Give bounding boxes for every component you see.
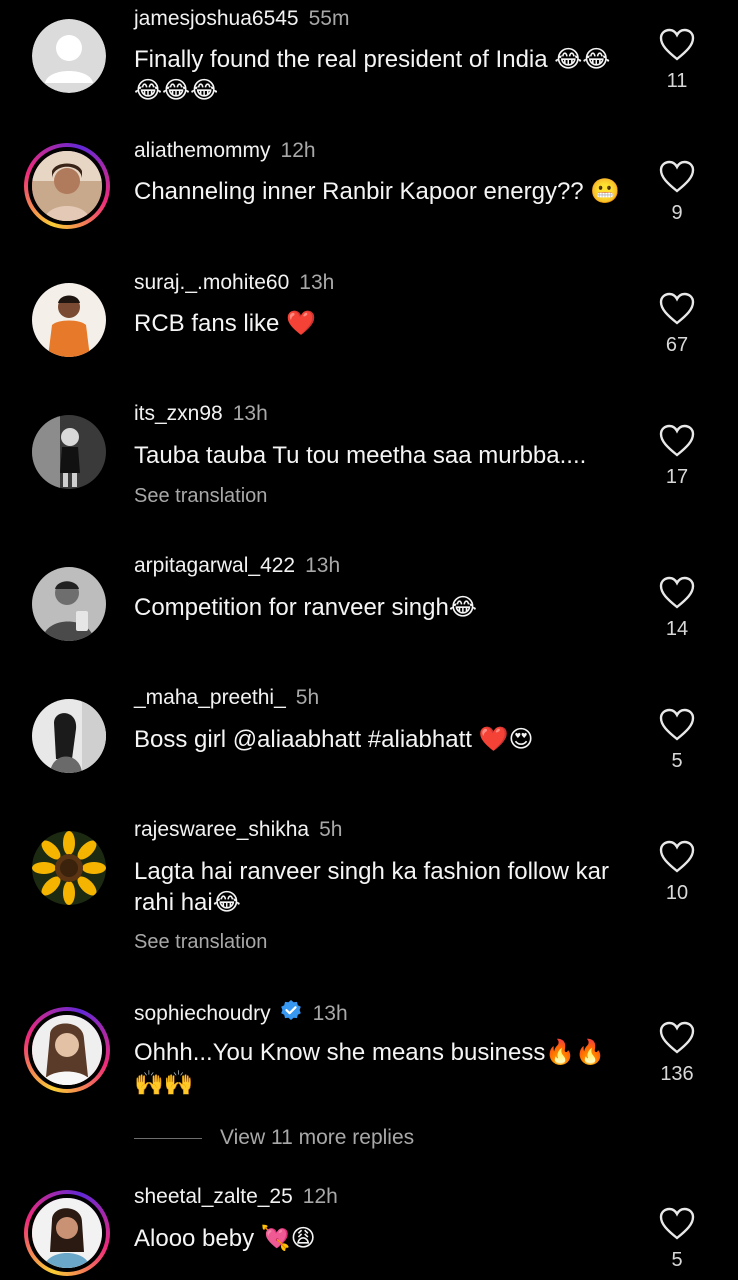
heart-icon [659,840,695,873]
profile-photo [32,567,106,641]
heart-icon [659,1207,695,1240]
like-button[interactable]: 11 [656,28,698,92]
username[interactable]: _maha_preethi_ [134,686,286,709]
comment-text: Finally found the real president of Indi… [134,46,611,104]
comment-meta: its_zxn98 13h [134,402,268,426]
comment-meta: jamesjoshua6545 55m [134,7,349,31]
timestamp: 13h [305,554,341,577]
avatar[interactable] [32,831,106,905]
username[interactable]: sheetal_zalte_25 [134,1185,293,1208]
comment-meta: _maha_preethi_ 5h [134,686,319,710]
comment-text: Channeling inner Ranbir Kapoor energy?? … [134,178,621,205]
default-user-icon [32,19,106,93]
username[interactable]: its_zxn98 [134,402,223,425]
avatar[interactable] [32,283,106,357]
timestamp: 13h [312,1002,348,1025]
username[interactable]: jamesjoshua6545 [134,7,299,30]
view-replies-label: View 11 more replies [220,1126,415,1149]
like-count: 14 [665,618,689,640]
like-count: 136 [660,1063,694,1085]
like-button[interactable]: 14 [656,576,698,640]
heart-icon [659,292,695,325]
profile-photo [32,1198,102,1268]
comment-text: Alooo beby 💘😩 [134,1225,316,1252]
like-count: 9 [671,202,683,224]
comment-meta: aliathemommy 12h [134,139,316,163]
like-button[interactable]: 67 [656,292,698,356]
heart-icon [659,28,695,61]
timestamp: 5h [319,818,343,841]
username[interactable]: arpitagarwal_422 [134,554,295,577]
avatar[interactable] [24,1007,110,1093]
username[interactable]: aliathemommy [134,139,271,162]
comment-text: RCB fans like ❤️ [134,310,316,337]
verified-badge-icon [280,1000,301,1020]
avatar[interactable] [24,143,110,229]
like-button[interactable]: 5 [656,708,698,772]
comment-meta: sheetal_zalte_25 12h [134,1185,338,1209]
timestamp: 12h [280,139,316,162]
like-button[interactable]: 9 [656,160,698,224]
like-count: 10 [665,882,689,904]
like-button[interactable]: 136 [656,1021,698,1085]
profile-photo [32,415,106,489]
heart-icon [659,160,695,193]
like-count: 5 [671,1249,683,1271]
comment-text: Competition for ranveer singh😂 [134,594,477,621]
avatar[interactable] [32,567,106,641]
see-translation-link[interactable]: See translation [134,484,267,508]
avatar[interactable] [24,1190,110,1276]
username[interactable]: suraj._.mohite60 [134,271,289,294]
comment-text: Lagta hai ranveer singh ka fashion follo… [134,858,609,916]
comment-text: Ohhh...You Know she means business🔥🔥🙌🙌 [134,1039,606,1097]
view-more-replies-button[interactable]: View 11 more replies [134,1126,414,1150]
comment-text: Tauba tauba Tu tou meetha saa murbba.... [134,442,587,469]
profile-photo [32,151,102,221]
profile-photo [32,1015,102,1085]
like-button[interactable]: 5 [656,1207,698,1271]
like-count: 67 [665,334,689,356]
like-button[interactable]: 17 [656,424,698,488]
like-button[interactable]: 10 [656,840,698,904]
avatar[interactable] [32,699,106,773]
timestamp: 13h [232,402,268,425]
username[interactable]: sophiechoudry [134,1002,271,1025]
timestamp: 13h [299,271,335,294]
timestamp: 5h [295,686,320,709]
profile-photo [32,699,106,773]
comment-text: Boss girl @aliaabhatt #aliabhatt ❤️😍 [134,726,534,753]
comment-meta: sophiechoudry 13h [134,999,348,1026]
timestamp: 12h [302,1185,338,1208]
timestamp: 55m [308,7,350,30]
like-count: 11 [666,70,688,92]
avatar[interactable] [32,415,106,489]
heart-icon [659,424,695,457]
like-count: 5 [671,750,683,772]
comment-meta: rajeswaree_shikha 5h [134,818,342,842]
profile-photo [32,283,106,357]
heart-icon [659,1021,695,1054]
comment-meta: suraj._.mohite60 13h [134,271,334,295]
heart-icon [659,576,695,609]
see-translation-link[interactable]: See translation [134,930,267,954]
sunflower-photo [32,831,106,905]
replies-divider [134,1137,202,1139]
comment-meta: arpitagarwal_422 13h [134,554,340,578]
like-count: 17 [665,466,689,488]
avatar[interactable] [32,19,106,93]
heart-icon [659,708,695,741]
username[interactable]: rajeswaree_shikha [134,818,309,841]
